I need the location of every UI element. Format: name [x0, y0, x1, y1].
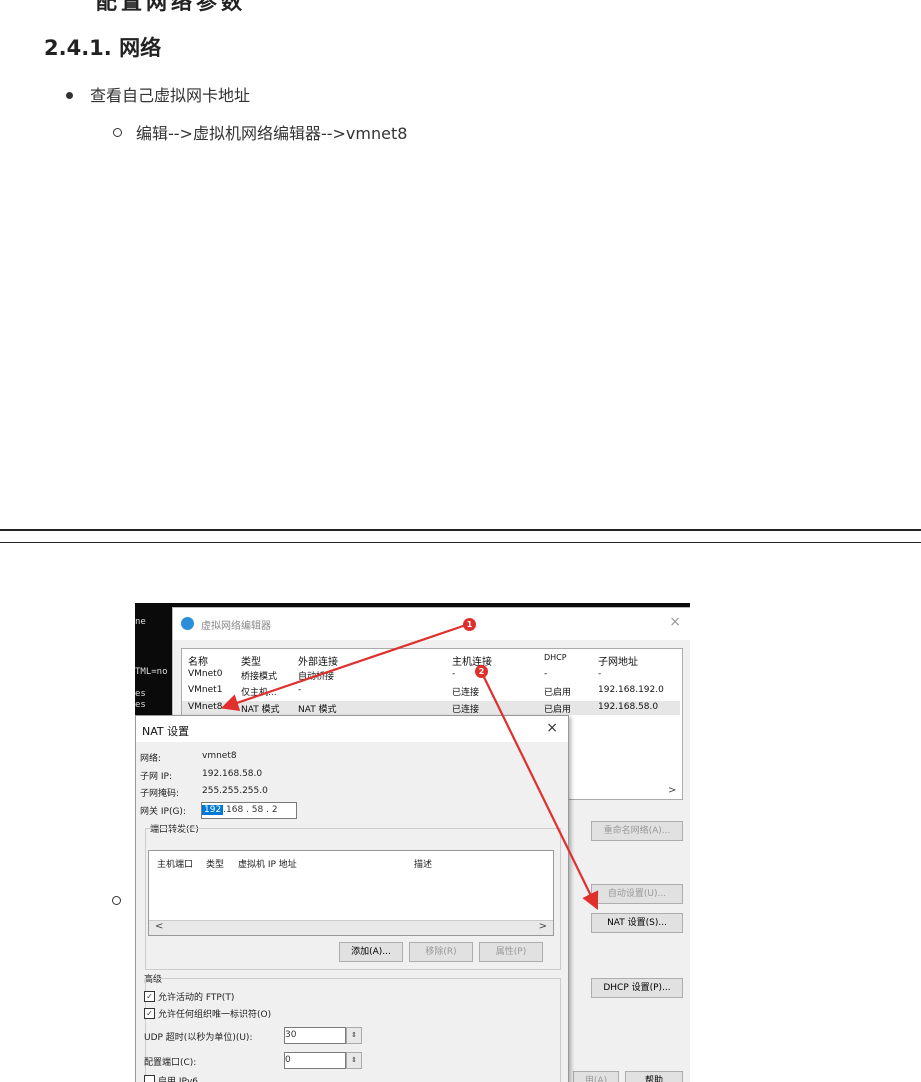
subnet-ip-label: 子网 IP: — [140, 772, 172, 782]
table-cell[interactable]: 自动桥接 — [298, 669, 334, 682]
enable-ipv6-label: 启用 IPv6 — [158, 1077, 198, 1082]
table-cell[interactable]: 仅主机... — [241, 685, 277, 698]
properties-button[interactable]: 属性(P) — [479, 942, 543, 962]
screenshot-image: ne TML=no es es 虚拟网络编辑器 × 名称 类型 外部连接 主机连… — [135, 603, 690, 1082]
table-cell[interactable]: VMnet8 — [188, 702, 222, 712]
terminal-line: es — [135, 689, 146, 699]
scroll-right-arrow-icon[interactable]: > — [539, 921, 547, 932]
table-cell[interactable]: - — [598, 669, 601, 679]
terminal-line: ne — [135, 617, 146, 627]
help-button[interactable]: 帮助 — [625, 1071, 683, 1082]
table-cell[interactable]: 已连接 — [452, 685, 479, 698]
divider — [0, 529, 921, 531]
close-icon[interactable]: × — [546, 720, 558, 736]
terminal-line: TML=no — [135, 667, 168, 677]
column-header[interactable]: 子网地址 — [598, 653, 638, 668]
gateway-ip-field[interactable]: 192.168 . 58 . 2 — [201, 802, 297, 819]
table-cell[interactable]: 桥接模式 — [241, 669, 277, 682]
config-port-stepper[interactable]: ⇕ — [346, 1052, 362, 1069]
column-header[interactable]: 主机连接 — [452, 653, 492, 668]
divider — [0, 542, 921, 543]
column-header[interactable]: 虚拟机 IP 地址 — [238, 857, 297, 870]
table-cell[interactable]: NAT 模式 — [298, 702, 337, 715]
sub-bullet-marker — [113, 128, 122, 137]
table-cell[interactable]: 192.168.192.0 — [598, 685, 664, 695]
remove-button[interactable]: 移除(R) — [409, 942, 473, 962]
cut-off-heading: 配置网络参数 — [96, 0, 246, 14]
table-cell[interactable]: 192.168.58.0 — [598, 702, 658, 712]
nat-title: NAT 设置 — [142, 725, 190, 738]
enable-ipv6-checkbox[interactable] — [144, 1075, 155, 1082]
table-cell[interactable]: 已连接 — [452, 702, 479, 715]
close-icon[interactable]: × — [669, 614, 681, 630]
step-badge-1: 1 — [463, 618, 476, 631]
subnet-mask-label: 子网掩码: — [140, 789, 180, 799]
udp-timeout-stepper[interactable]: ⇕ — [346, 1027, 362, 1044]
network-label: 网络: — [140, 754, 162, 764]
nat-title-bar: NAT 设置 × — [136, 716, 568, 742]
table-cell[interactable]: VMnet1 — [188, 685, 222, 695]
auto-settings-button[interactable]: 自动设置(U)... — [591, 884, 683, 904]
network-value: vmnet8 — [202, 751, 237, 761]
bullet-marker — [66, 92, 73, 99]
gateway-rest: .168 . 58 . 2 — [223, 805, 278, 815]
scroll-left-arrow-icon[interactable]: < — [155, 921, 163, 932]
table-cell[interactable]: - — [452, 669, 455, 679]
table-cell[interactable]: - — [298, 685, 301, 695]
nat-settings-button[interactable]: NAT 设置(S)... — [591, 913, 683, 933]
vne-title: 虚拟网络编辑器 — [201, 621, 271, 632]
horizontal-scrollbar[interactable]: < > — [149, 920, 553, 935]
column-header[interactable]: 类型 — [241, 653, 261, 668]
gateway-selected-octet: 192 — [202, 805, 224, 815]
allow-active-ftp-label: 允许活动的 FTP(T) — [158, 993, 235, 1003]
column-header[interactable]: 名称 — [188, 653, 208, 668]
table-cell[interactable]: 已启用 — [544, 702, 571, 715]
table-cell[interactable]: 已启用 — [544, 685, 571, 698]
table-cell[interactable]: NAT 模式 — [241, 702, 280, 715]
port-forwarding-list[interactable]: 主机端口 类型 虚拟机 IP 地址 描述 < > — [148, 850, 554, 936]
table-cell[interactable]: - — [544, 669, 547, 679]
udp-timeout-input[interactable]: 30 — [284, 1027, 346, 1044]
step-badge-2: 2 — [475, 665, 488, 678]
scroll-right-arrow[interactable]: > — [668, 785, 676, 796]
column-header[interactable]: DHCP — [544, 653, 567, 662]
subnet-mask-value: 255.255.255.0 — [202, 786, 268, 796]
column-header[interactable]: 类型 — [206, 857, 224, 870]
add-button[interactable]: 添加(A)... — [339, 942, 403, 962]
gateway-label: 网关 IP(G): — [140, 807, 186, 817]
partial-button[interactable]: 用(A) — [573, 1071, 619, 1082]
section-title: 2.4.1. 网络 — [44, 36, 162, 60]
nat-settings-dialog: NAT 设置 × 网络: vmnet8 子网 IP: 192.168.58.0 … — [135, 715, 569, 1082]
dhcp-settings-button[interactable]: DHCP 设置(P)... — [591, 978, 683, 998]
bullet-text: 查看自己虚拟网卡地址 — [90, 86, 251, 105]
rename-network-button[interactable]: 重命名网络(A)... — [591, 821, 683, 841]
network-globe-icon — [181, 617, 194, 630]
config-port-input[interactable]: 0 — [284, 1052, 346, 1069]
allow-any-oui-label: 允许任何组织唯一标识符(O) — [158, 1010, 272, 1020]
udp-timeout-label: UDP 超时(以秒为单位)(U): — [144, 1033, 253, 1043]
config-port-label: 配置端口(C): — [144, 1058, 197, 1068]
column-header[interactable]: 外部连接 — [298, 653, 338, 668]
terminal-line: es — [135, 700, 146, 710]
allow-active-ftp-checkbox[interactable]: ✓ — [144, 991, 155, 1002]
subnet-ip-value: 192.168.58.0 — [202, 769, 263, 779]
sub-bullet-text: 编辑-->虚拟机网络编辑器-->vmnet8 — [136, 124, 408, 143]
table-cell[interactable]: VMnet0 — [188, 669, 222, 679]
column-header[interactable]: 主机端口 — [157, 857, 193, 870]
allow-any-oui-checkbox[interactable]: ✓ — [144, 1008, 155, 1019]
column-header[interactable]: 描述 — [414, 857, 432, 870]
vne-title-bar: 虚拟网络编辑器 × — [173, 608, 690, 640]
list-item-marker — [112, 896, 121, 905]
